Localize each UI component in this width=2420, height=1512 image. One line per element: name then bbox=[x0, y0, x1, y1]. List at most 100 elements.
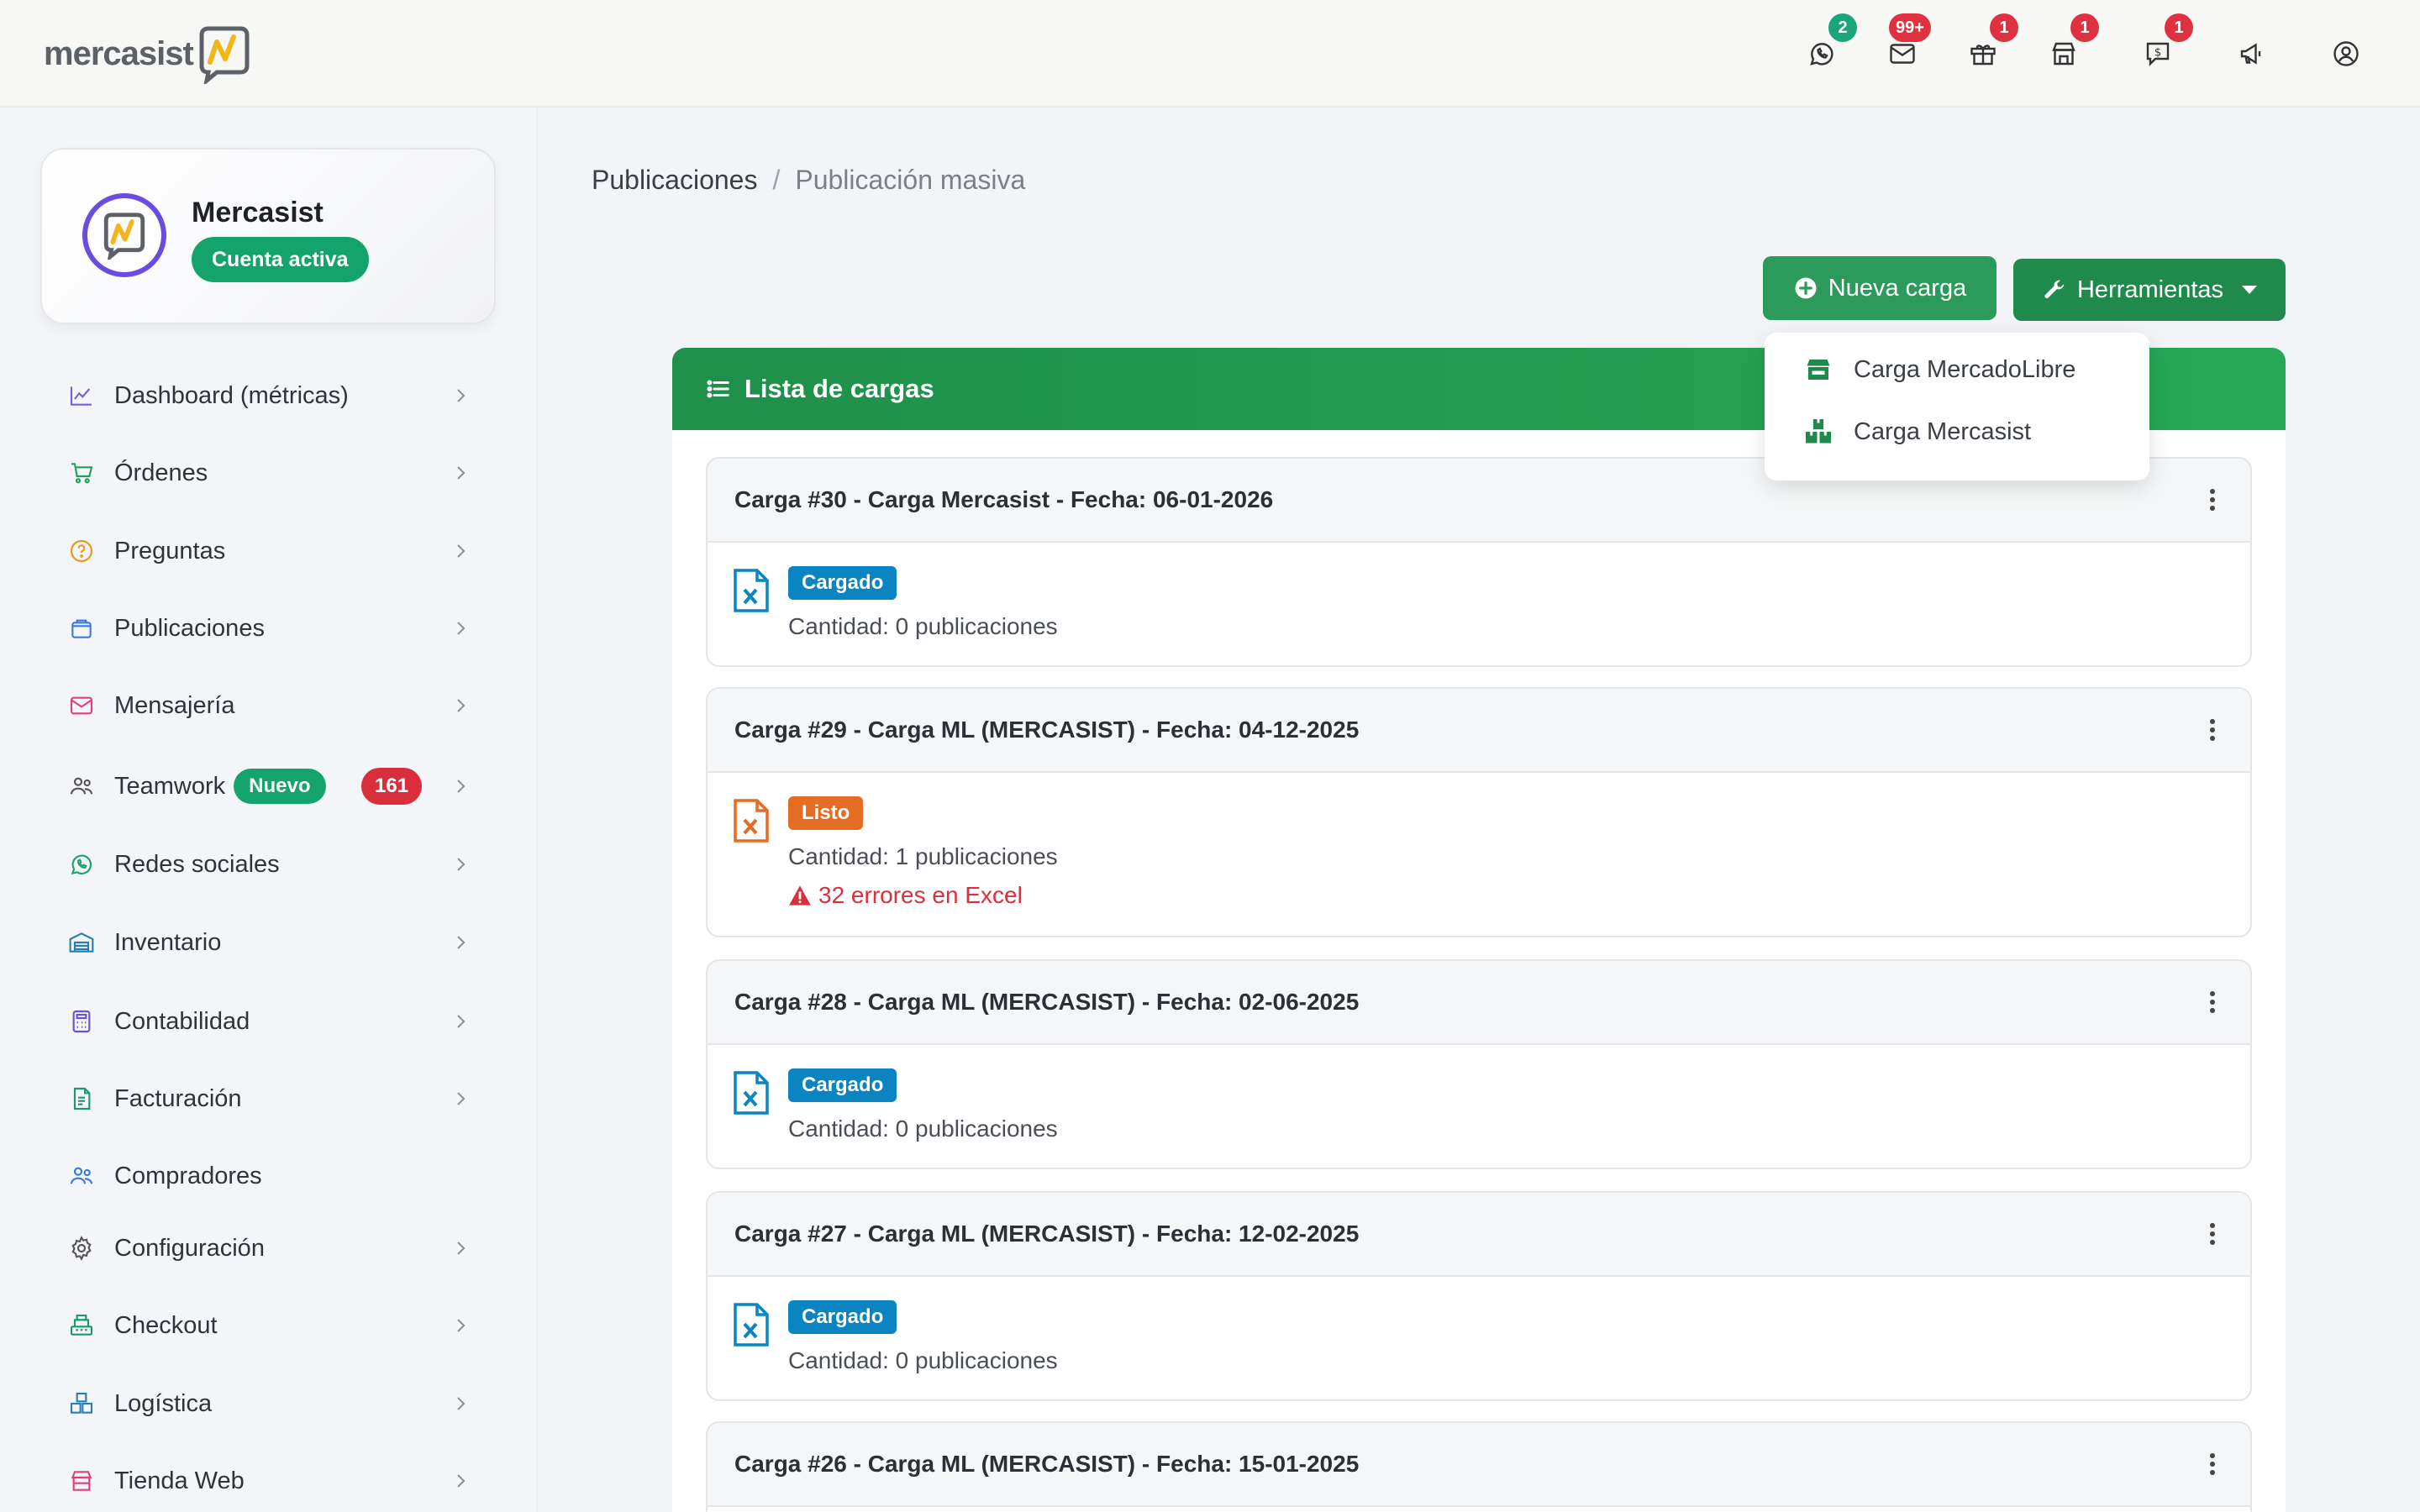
list-title: Lista de cargas bbox=[744, 374, 934, 403]
wrench-icon bbox=[2044, 280, 2065, 298]
upload-card: Carga #28 - Carga ML (MERCASIST) - Fecha… bbox=[706, 959, 2252, 1169]
plus-circle-icon bbox=[1795, 277, 1817, 299]
upload-card: Carga #26 - Carga ML (MERCASIST) - Fecha… bbox=[706, 1421, 2252, 1512]
upload-card-header: Carga #26 - Carga ML (MERCASIST) - Fecha… bbox=[708, 1423, 2250, 1507]
buyers-icon bbox=[67, 1162, 96, 1190]
sidebar-item-label: Facturación bbox=[114, 1084, 242, 1112]
sidebar-item-logistica[interactable]: Logística bbox=[67, 1378, 471, 1429]
upload-quantity: Cantidad: 0 publicaciones bbox=[788, 613, 1058, 639]
chevron-right-icon bbox=[457, 622, 466, 635]
excel-errors-text: 32 errores en Excel bbox=[818, 882, 1023, 908]
sidebar-item-inventario[interactable]: Inventario bbox=[67, 917, 471, 968]
dollar-chat-badge: 1 bbox=[2165, 13, 2193, 42]
upload-card-title: Carga #29 - Carga ML (MERCASIST) - Fecha… bbox=[734, 717, 1360, 743]
avatar bbox=[82, 193, 166, 277]
account-name: Mercasist bbox=[192, 197, 324, 228]
sidebar-item-label: Dashboard (métricas) bbox=[114, 381, 349, 409]
avatar-logo-icon bbox=[103, 213, 145, 260]
upload-card-header: Carga #28 - Carga ML (MERCASIST) - Fecha… bbox=[708, 961, 2250, 1045]
mail-badge: 99+ bbox=[1889, 13, 1931, 42]
chevron-right-icon bbox=[457, 544, 466, 558]
sidebar-item-label: Órdenes bbox=[114, 459, 208, 486]
sidebar-item-facturacion[interactable]: Facturación bbox=[67, 1074, 471, 1124]
status-badge: Cargado bbox=[788, 566, 897, 600]
tools-dropdown-button[interactable]: Herramientas bbox=[2013, 259, 2286, 321]
sidebar-item-label: Redes sociales bbox=[114, 850, 280, 878]
logo[interactable]: mercasist bbox=[44, 22, 254, 86]
caret-down-icon bbox=[2242, 286, 2258, 294]
chevron-right-icon bbox=[457, 699, 466, 712]
sidebar-item-redes-sociales[interactable]: Redes sociales bbox=[67, 839, 471, 890]
breadcrumb-current: Publicación masiva bbox=[795, 165, 1026, 195]
sidebar-item-contabilidad[interactable]: Contabilidad bbox=[67, 996, 471, 1047]
excel-file-icon bbox=[734, 1303, 769, 1347]
whatsapp-icon[interactable]: 2 bbox=[1797, 13, 1857, 79]
chevron-right-icon bbox=[457, 389, 466, 402]
upload-quantity: Cantidad: 1 publicaciones bbox=[788, 843, 1058, 869]
account-card[interactable]: Mercasist Cuenta activa bbox=[40, 148, 496, 324]
kebab-menu-icon[interactable] bbox=[2208, 1223, 2217, 1247]
question-icon bbox=[67, 537, 96, 565]
whatsapp-icon bbox=[67, 850, 96, 879]
sidebar-item-publicaciones[interactable]: Publicaciones bbox=[67, 603, 471, 654]
upload-card-header: Carga #29 - Carga ML (MERCASIST) - Fecha… bbox=[708, 689, 2250, 773]
upload-card: Carga #27 - Carga ML (MERCASIST) - Fecha… bbox=[706, 1191, 2252, 1401]
chevron-right-icon bbox=[457, 1397, 466, 1410]
sidebar-item-tienda-web[interactable]: Tienda Web bbox=[67, 1456, 471, 1506]
sidebar-item-configuracion[interactable]: Configuración bbox=[67, 1223, 471, 1273]
kebab-menu-icon[interactable] bbox=[2208, 1453, 2217, 1477]
upload-card: Carga #30 - Carga Mercasist - Fecha: 06-… bbox=[706, 457, 2252, 667]
gift-box-icon[interactable]: 1 bbox=[1958, 13, 2018, 79]
warehouse-icon bbox=[67, 928, 96, 957]
upload-card-header: Carga #27 - Carga ML (MERCASIST) - Fecha… bbox=[708, 1193, 2250, 1277]
sidebar-item-label: Logística bbox=[114, 1389, 213, 1417]
sidebar-item-label: Tienda Web bbox=[114, 1467, 245, 1494]
sidebar-item-label: Inventario bbox=[114, 928, 222, 956]
menu-item-label: Carga Mercasist bbox=[1854, 417, 2032, 445]
new-upload-button[interactable]: Nueva carga bbox=[1763, 256, 1996, 320]
logo-mark-icon bbox=[199, 26, 250, 84]
kebab-menu-icon[interactable] bbox=[2208, 489, 2217, 512]
breadcrumb-parent[interactable]: Publicaciones bbox=[592, 165, 757, 196]
sidebar-item-label: Contabilidad bbox=[114, 1007, 250, 1035]
upload-card-title: Carga #30 - Carga Mercasist - Fecha: 06-… bbox=[734, 486, 1274, 512]
sidebar-item-compradores[interactable]: Compradores bbox=[67, 1151, 471, 1201]
sidebar-item-label: Publicaciones bbox=[114, 614, 265, 642]
kebab-menu-icon[interactable] bbox=[2208, 719, 2217, 743]
upload-card-title: Carga #27 - Carga ML (MERCASIST) - Fecha… bbox=[734, 1221, 1360, 1247]
whatsapp-badge: 2 bbox=[1828, 13, 1857, 42]
excel-file-icon bbox=[734, 1071, 769, 1115]
excel-errors-link[interactable]: 32 errores en Excel bbox=[788, 882, 1023, 909]
sidebar-item-checkout[interactable]: Checkout bbox=[67, 1300, 471, 1351]
logo-text: mercasist bbox=[44, 34, 194, 72]
megaphone-icon[interactable] bbox=[2227, 29, 2277, 79]
cart-icon bbox=[67, 459, 96, 487]
sidebar-item-ordenes[interactable]: Órdenes bbox=[67, 448, 471, 498]
calculator-icon bbox=[67, 1007, 96, 1036]
chevron-right-icon bbox=[457, 936, 466, 949]
sidebar-item-preguntas[interactable]: Preguntas bbox=[67, 526, 471, 576]
warning-triangle-icon bbox=[789, 885, 811, 906]
store-icon[interactable]: 1 bbox=[2039, 13, 2099, 79]
sidebar-item-label: Mensajería bbox=[114, 691, 235, 719]
new-tag-badge: Nuevo bbox=[234, 769, 326, 804]
chart-line-icon bbox=[67, 381, 96, 410]
chevron-right-icon bbox=[457, 1015, 466, 1028]
upload-card-title: Carga #28 - Carga ML (MERCASIST) - Fecha… bbox=[734, 989, 1360, 1015]
sidebar-item-mensajeria[interactable]: Mensajería bbox=[67, 680, 471, 731]
gift-badge: 1 bbox=[1990, 13, 2018, 42]
menu-item-carga-mercasist[interactable]: Carga Mercasist bbox=[1803, 412, 2031, 452]
user-account-icon[interactable] bbox=[2321, 29, 2371, 79]
menu-item-carga-mercadolibre[interactable]: Carga MercadoLibre bbox=[1803, 349, 2075, 390]
sidebar-item-teamwork[interactable]: Teamwork Nuevo 161 bbox=[67, 761, 471, 811]
kebab-menu-icon[interactable] bbox=[2208, 991, 2217, 1015]
status-badge: Cargado bbox=[788, 1068, 897, 1102]
sidebar-item-dashboard[interactable]: Dashboard (métricas) bbox=[67, 370, 471, 421]
top-bar: mercasist 2 99+ 1 1 $ 1 bbox=[0, 0, 2420, 108]
upload-quantity: Cantidad: 0 publicaciones bbox=[788, 1347, 1058, 1373]
dollar-chat-icon[interactable]: $ 1 bbox=[2133, 13, 2193, 79]
invoice-icon bbox=[67, 1084, 96, 1113]
breadcrumb: Publicaciones / Publicación masiva bbox=[592, 165, 1025, 196]
chevron-right-icon bbox=[457, 1319, 466, 1332]
mail-icon[interactable]: 99+ bbox=[1877, 13, 1931, 79]
